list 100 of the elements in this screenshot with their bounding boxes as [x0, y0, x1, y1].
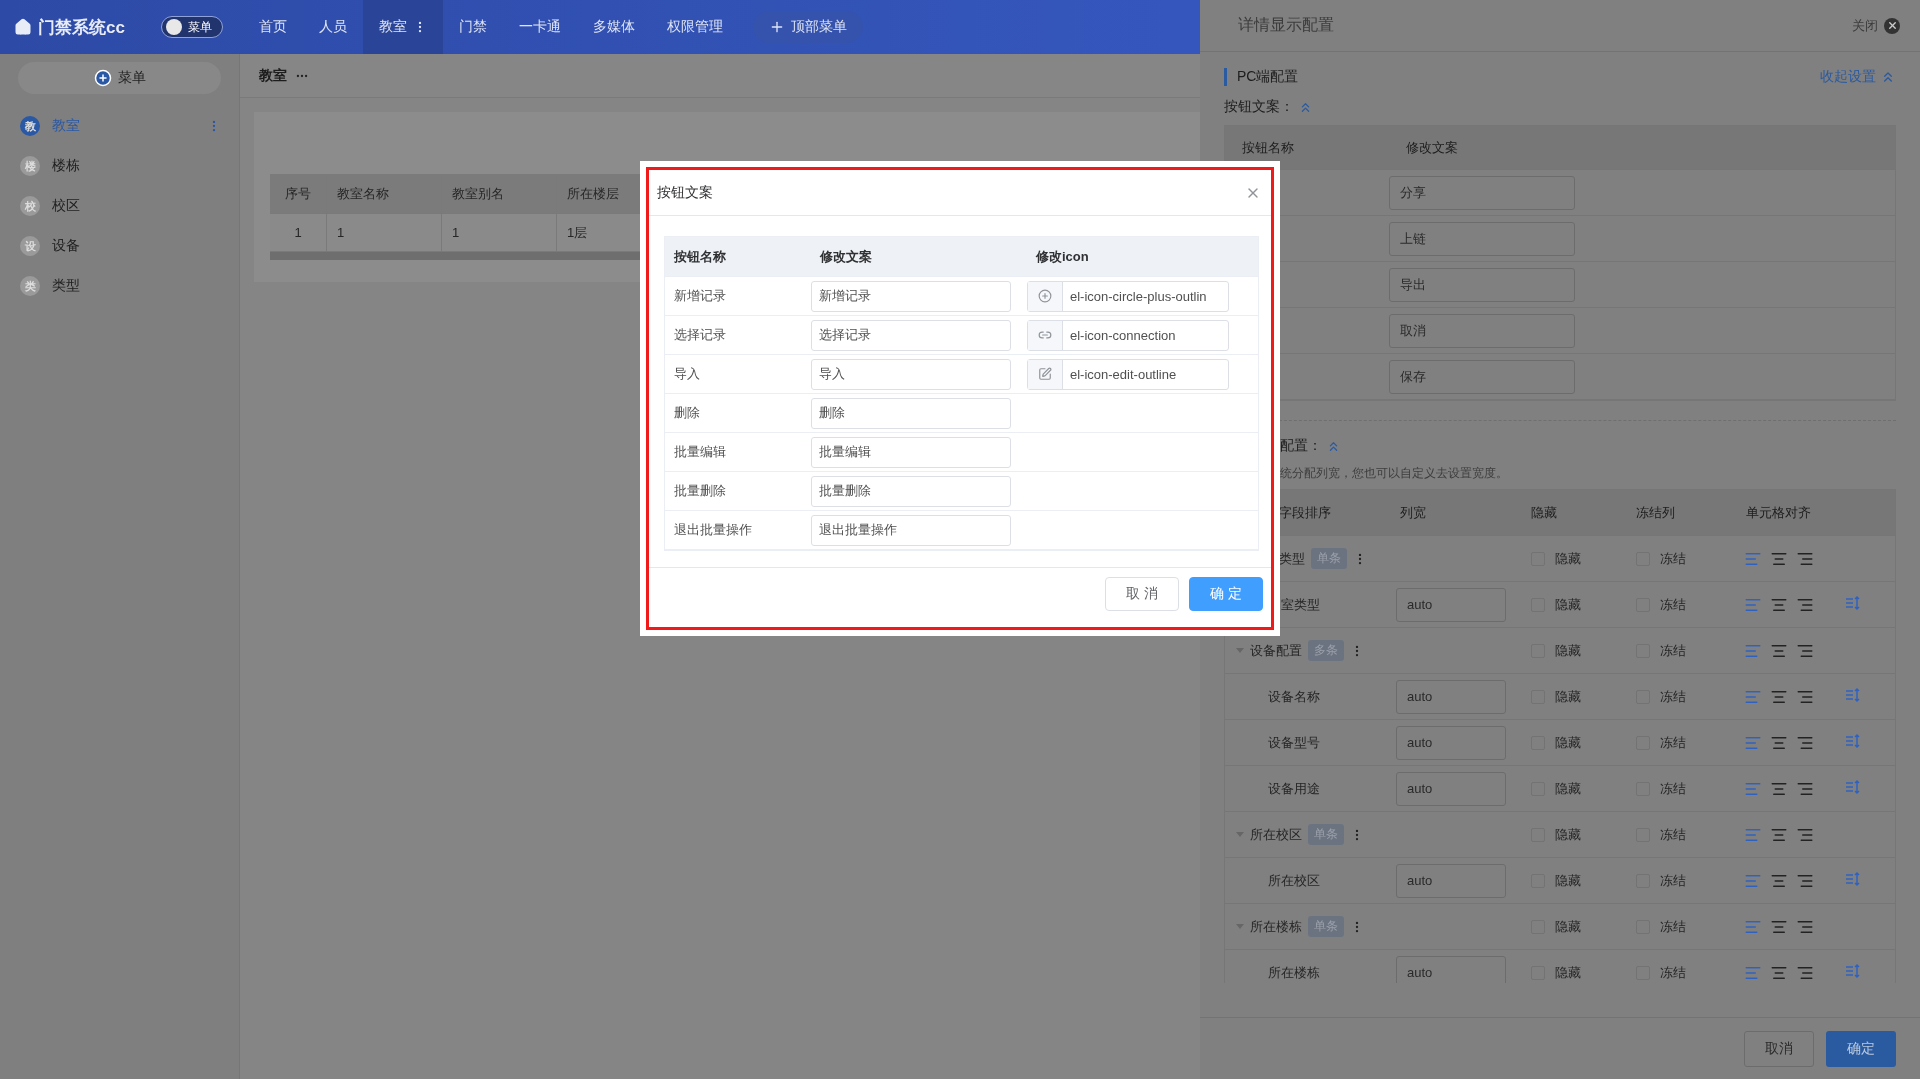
field-name: 设备配置 — [1250, 641, 1302, 660]
column-header: 修改icon — [1034, 247, 1090, 266]
column-header: 序号 — [270, 174, 327, 213]
line-height-icon[interactable] — [1845, 687, 1861, 703]
sidebar-badge: 校 — [20, 196, 40, 216]
nav-tab[interactable]: 门禁 — [442, 0, 503, 54]
sidebar-badge: 楼 — [20, 156, 40, 176]
field-name: 类型 — [1279, 549, 1305, 568]
column-header: 列宽 — [1399, 503, 1427, 522]
line-height-icon[interactable] — [1845, 871, 1861, 887]
checkbox-label: 隐藏 — [1555, 733, 1581, 752]
nav-tab[interactable]: 教室 — [362, 0, 443, 54]
cancel-button[interactable]: 取 消 — [1105, 577, 1179, 611]
add-menu-button[interactable]: 菜单 — [18, 62, 221, 94]
width-input[interactable]: auto — [1396, 679, 1506, 714]
checkbox-label: 冻结 — [1660, 963, 1686, 982]
text-input[interactable]: 取消 — [1389, 313, 1575, 348]
table-cell: 1 — [270, 214, 327, 251]
nav-tab[interactable]: 首页 — [242, 0, 303, 54]
checkbox-label: 隐藏 — [1555, 595, 1581, 614]
width-input[interactable]: auto — [1396, 955, 1506, 983]
text-input[interactable]: 选择记录 — [811, 319, 1011, 351]
confirm-button[interactable]: 确定 — [1826, 1030, 1896, 1067]
column-header: 隐藏 — [1530, 503, 1558, 522]
table-cell: 1 — [442, 214, 557, 251]
nav-tab[interactable]: 一卡通 — [502, 0, 577, 54]
text-input[interactable]: 分享 — [1389, 175, 1575, 210]
field-name: 所在校区 — [1268, 871, 1320, 890]
field-name: 所在楼栋 — [1250, 917, 1302, 936]
cancel-button[interactable]: 取消 — [1744, 1030, 1814, 1067]
table-cell-text: 选择记录 — [673, 326, 727, 344]
checkbox-label: 隐藏 — [1555, 641, 1581, 660]
column-header: 单元格对齐 — [1745, 503, 1812, 522]
text-input[interactable]: 保存 — [1389, 359, 1575, 394]
checkbox-label: 隐藏 — [1555, 871, 1581, 890]
column-header: 教室别名 — [442, 174, 557, 213]
icon-input[interactable]: el-icon-circle-plus-outlin — [1027, 280, 1229, 312]
column-header: 按钮名称 — [1241, 138, 1295, 157]
width-input[interactable]: auto — [1396, 771, 1506, 806]
text-input[interactable]: 批量删除 — [811, 475, 1011, 507]
checkbox-label: 冻结 — [1660, 917, 1686, 936]
column-header: 字段排序 — [1278, 503, 1332, 522]
text-input[interactable]: 导出 — [1389, 267, 1575, 302]
subsection-title: 按钮文案： — [1224, 98, 1294, 116]
icon-input[interactable]: el-icon-edit-outline — [1027, 358, 1229, 390]
icon-input[interactable]: el-icon-connection — [1027, 319, 1229, 351]
checkbox-label: 冻结 — [1660, 641, 1686, 660]
sidebar-badge: 类 — [20, 276, 40, 296]
nav-tab[interactable]: 多媒体 — [576, 0, 651, 54]
checkbox-label: 冻结 — [1660, 549, 1686, 568]
width-input[interactable]: auto — [1396, 587, 1506, 622]
sidebar-item[interactable]: 设备 — [52, 237, 221, 255]
checkbox-label: 隐藏 — [1555, 917, 1581, 936]
confirm-button[interactable]: 确 定 — [1189, 577, 1263, 611]
column-header: 修改文案 — [1405, 138, 1459, 157]
nav-tab[interactable]: 权限管理 — [650, 0, 739, 54]
table-cell-text: 导入 — [673, 365, 701, 383]
column-header: 教室名称 — [327, 174, 442, 213]
caret-icon[interactable] — [1236, 648, 1244, 653]
text-input[interactable]: 批量编辑 — [811, 436, 1011, 468]
checkbox-label: 冻结 — [1660, 825, 1686, 844]
column-header: 冻结列 — [1635, 503, 1676, 522]
text-input[interactable]: 新增记录 — [811, 280, 1011, 312]
table-cell-text: 新增记录 — [673, 287, 727, 305]
sidebar-item[interactable]: 校区 — [52, 197, 221, 215]
column-header: 修改文案 — [818, 247, 873, 266]
text-input[interactable]: 上链 — [1389, 221, 1575, 256]
plus-circle-icon — [93, 69, 112, 87]
close-button[interactable]: 关闭 — [1852, 16, 1900, 35]
sidebar-item[interactable]: 楼栋 — [52, 157, 221, 175]
text-input[interactable]: 删除 — [811, 397, 1011, 429]
nav-tab[interactable]: 人员 — [302, 0, 363, 54]
table-cell-text: 退出批量操作 — [673, 521, 753, 539]
link-icon — [1038, 328, 1052, 342]
caret-icon[interactable] — [1236, 832, 1244, 837]
line-height-icon[interactable] — [1845, 595, 1861, 611]
line-height-icon[interactable] — [1845, 733, 1861, 749]
checkbox-label: 隐藏 — [1555, 963, 1581, 982]
field-name: 设备用途 — [1268, 779, 1320, 798]
table-cell-text: 批量编辑 — [673, 443, 727, 461]
field-name: 所在校区 — [1250, 825, 1302, 844]
line-height-icon[interactable] — [1845, 779, 1861, 795]
page-title: 教室 — [259, 66, 287, 85]
checkbox-label: 隐藏 — [1555, 549, 1581, 568]
sidebar-item[interactable]: 类型 — [52, 277, 221, 295]
text-input[interactable]: 退出批量操作 — [811, 514, 1011, 546]
field-name: 设备型号 — [1268, 733, 1320, 752]
width-input[interactable]: auto — [1396, 863, 1506, 898]
menu-switch[interactable]: 菜单 — [160, 16, 223, 38]
line-height-icon[interactable] — [1845, 963, 1861, 979]
plus-circle-icon — [1038, 289, 1052, 303]
text-input[interactable]: 导入 — [811, 358, 1011, 390]
width-input[interactable]: auto — [1396, 725, 1506, 760]
checkbox-label: 冻结 — [1660, 871, 1686, 890]
checkbox-label: 隐藏 — [1555, 779, 1581, 798]
checkbox-label: 冻结 — [1660, 733, 1686, 752]
section-title: PC端配置 — [1224, 68, 1299, 86]
caret-icon[interactable] — [1236, 924, 1244, 929]
field-name: 设备名称 — [1268, 687, 1320, 706]
top-menu-button[interactable]: 顶部菜单 — [752, 11, 863, 43]
